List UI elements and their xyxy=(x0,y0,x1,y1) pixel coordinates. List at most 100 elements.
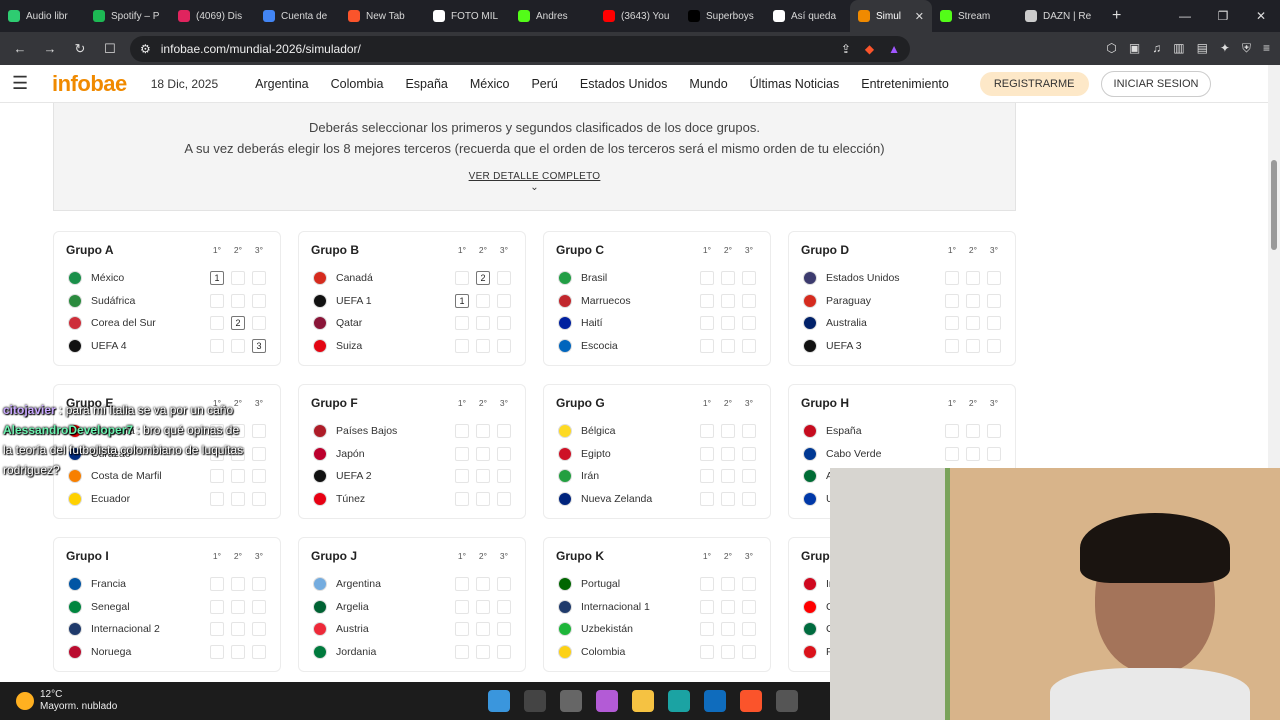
position-checkbox[interactable] xyxy=(497,599,511,614)
position-checkbox[interactable] xyxy=(476,599,490,614)
position-checkbox[interactable] xyxy=(721,599,735,614)
position-checkbox[interactable] xyxy=(742,271,756,285)
position-checkbox[interactable]: 3 xyxy=(252,338,266,353)
menu-icon[interactable]: ≡ xyxy=(1263,41,1270,56)
position-checkbox[interactable] xyxy=(231,271,245,285)
edge-icon[interactable] xyxy=(668,690,690,712)
position-checkbox[interactable] xyxy=(966,316,980,330)
position-checkbox[interactable] xyxy=(455,577,469,591)
media-icon[interactable]: ♫ xyxy=(1152,41,1161,56)
position-checkbox[interactable] xyxy=(497,577,511,591)
position-checkbox[interactable] xyxy=(987,271,1001,285)
position-checkbox[interactable] xyxy=(210,577,224,591)
position-checkbox[interactable] xyxy=(252,491,266,506)
position-checkbox[interactable] xyxy=(476,293,490,308)
position-checkbox[interactable] xyxy=(742,644,756,659)
minimize-icon[interactable]: — xyxy=(1166,9,1204,23)
leo-icon[interactable]: ✦ xyxy=(1220,41,1230,56)
position-checkbox[interactable] xyxy=(252,577,266,591)
position-checkbox[interactable] xyxy=(497,271,511,285)
browser-tab[interactable]: New Tab xyxy=(340,0,425,32)
sidebar-icon[interactable]: ▥ xyxy=(1173,41,1184,56)
position-checkbox[interactable] xyxy=(742,577,756,591)
position-checkbox[interactable] xyxy=(476,316,490,330)
position-checkbox[interactable] xyxy=(700,424,714,438)
position-checkbox[interactable] xyxy=(231,338,245,353)
position-checkbox[interactable] xyxy=(721,446,735,461)
reload-icon[interactable]: ↻ xyxy=(70,41,90,57)
weather-widget[interactable]: 12°C Mayorm. nublado xyxy=(0,689,117,713)
position-checkbox[interactable] xyxy=(455,644,469,659)
position-checkbox[interactable] xyxy=(210,622,224,636)
position-checkbox[interactable] xyxy=(231,577,245,591)
maximize-icon[interactable]: ❐ xyxy=(1204,9,1242,23)
position-checkbox[interactable] xyxy=(700,271,714,285)
vpn-icon[interactable]: ⛨ xyxy=(1242,41,1251,56)
position-checkbox[interactable] xyxy=(742,622,756,636)
position-checkbox[interactable] xyxy=(231,599,245,614)
position-checkbox[interactable] xyxy=(231,622,245,636)
login-button[interactable]: INICIAR SESION xyxy=(1100,70,1212,97)
position-checkbox[interactable] xyxy=(455,424,469,438)
position-checkbox[interactable] xyxy=(742,599,756,614)
browser-tab[interactable]: (3643) You xyxy=(595,0,680,32)
position-checkbox[interactable] xyxy=(721,293,735,308)
position-checkbox[interactable] xyxy=(476,577,490,591)
chevron-down-icon[interactable]: ⌄ xyxy=(54,182,1015,193)
position-checkbox[interactable] xyxy=(721,469,735,483)
brave-shield-icon[interactable]: ◆ xyxy=(865,42,874,56)
bookmark-icon[interactable]: ☐ xyxy=(100,41,120,57)
settings-icon[interactable] xyxy=(776,690,798,712)
position-checkbox[interactable] xyxy=(497,293,511,308)
browser-tab[interactable]: DAZN | Re xyxy=(1017,0,1102,32)
position-checkbox[interactable] xyxy=(497,469,511,483)
position-checkbox[interactable] xyxy=(455,599,469,614)
position-checkbox[interactable] xyxy=(231,644,245,659)
site-logo[interactable]: infobae xyxy=(52,71,127,97)
position-checkbox[interactable] xyxy=(945,293,959,308)
site-info-icon[interactable]: ⚙ xyxy=(140,42,151,56)
nav-item[interactable]: Últimas Noticias xyxy=(739,77,851,91)
position-checkbox[interactable] xyxy=(742,424,756,438)
browser-tab[interactable]: FOTO MIL xyxy=(425,0,510,32)
position-checkbox[interactable] xyxy=(252,316,266,330)
close-icon[interactable]: ✕ xyxy=(1242,9,1280,23)
position-checkbox[interactable] xyxy=(252,424,266,438)
browser-tab[interactable]: Stream xyxy=(932,0,1017,32)
position-checkbox[interactable] xyxy=(742,446,756,461)
position-checkbox[interactable] xyxy=(210,599,224,614)
copilot-icon[interactable] xyxy=(596,690,618,712)
extension-icon[interactable]: ⬡ xyxy=(1106,41,1116,56)
position-checkbox[interactable] xyxy=(497,644,511,659)
position-checkbox[interactable]: 2 xyxy=(476,271,490,285)
browser-tab[interactable]: Audio libr xyxy=(0,0,85,32)
position-checkbox[interactable] xyxy=(742,491,756,506)
browser-tab[interactable]: Spotify – P xyxy=(85,0,170,32)
browser-tab[interactable]: Superboys xyxy=(680,0,765,32)
position-checkbox[interactable] xyxy=(966,338,980,353)
position-checkbox[interactable] xyxy=(210,491,224,506)
position-checkbox[interactable] xyxy=(476,424,490,438)
position-checkbox[interactable] xyxy=(966,424,980,438)
position-checkbox[interactable] xyxy=(476,469,490,483)
position-checkbox[interactable] xyxy=(455,271,469,285)
nav-item[interactable]: España xyxy=(394,77,458,91)
position-checkbox[interactable] xyxy=(721,271,735,285)
wallet-icon[interactable]: ▤ xyxy=(1197,41,1208,56)
task-view-icon[interactable] xyxy=(560,690,582,712)
position-checkbox[interactable] xyxy=(455,338,469,353)
file-explorer-icon[interactable] xyxy=(632,690,654,712)
browser-tab[interactable]: (4069) Dis xyxy=(170,0,255,32)
position-checkbox[interactable] xyxy=(497,622,511,636)
tab-close-icon[interactable]: ✕ xyxy=(915,10,924,23)
position-checkbox[interactable] xyxy=(945,271,959,285)
nav-item[interactable]: Colombia xyxy=(320,77,395,91)
position-checkbox[interactable] xyxy=(231,293,245,308)
position-checkbox[interactable] xyxy=(945,424,959,438)
position-checkbox[interactable] xyxy=(721,316,735,330)
share-icon[interactable]: ⇪ xyxy=(841,42,851,56)
position-checkbox[interactable] xyxy=(721,644,735,659)
position-checkbox[interactable] xyxy=(497,424,511,438)
position-checkbox[interactable] xyxy=(700,577,714,591)
start-icon[interactable] xyxy=(488,690,510,712)
